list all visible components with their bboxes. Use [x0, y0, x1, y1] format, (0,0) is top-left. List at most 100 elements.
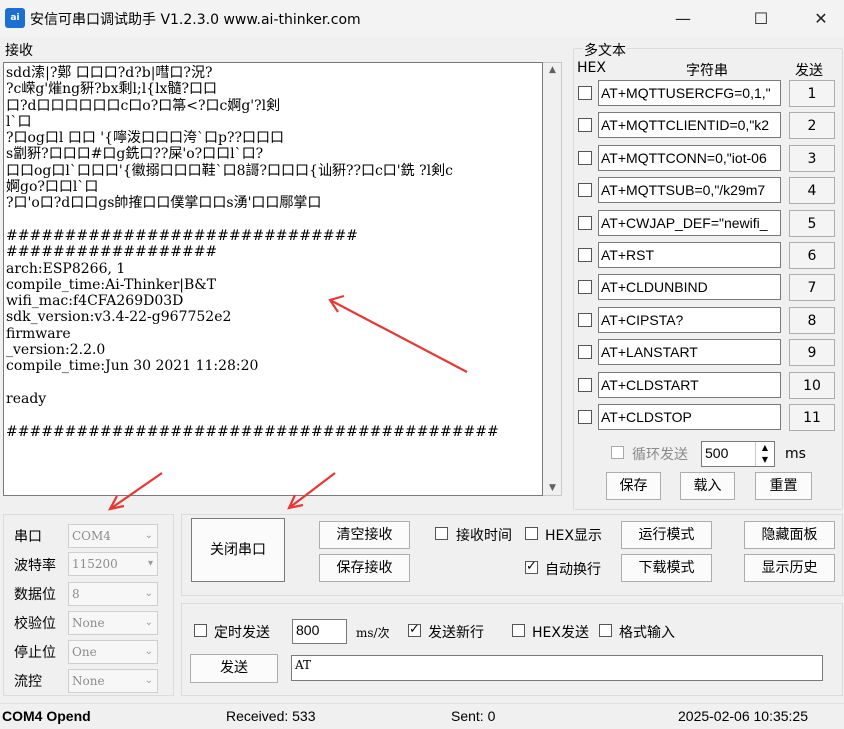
multi-send-button-10[interactable]: 10 — [789, 371, 835, 399]
multi-text-input-8[interactable]: AT+CIPSTA? — [598, 306, 781, 333]
hex-checkbox-1[interactable] — [578, 86, 592, 100]
hex-checkbox-9[interactable] — [578, 345, 592, 360]
format-input-label: 格式输入 — [619, 625, 675, 641]
multi-text-input-10[interactable]: AT+CLDSTART — [598, 371, 781, 398]
status-datetime: 2025-02-06 10:35:25 — [678, 708, 808, 724]
save-multi-button[interactable]: 保存 — [606, 472, 661, 500]
receive-content: sdd溹|?鄚 口口口?d?b|嘒口?況? ?c嵘g'熣ng豣?bx剩l;l{lx… — [6, 65, 541, 440]
clear-receive-button[interactable]: 清空接收 — [319, 521, 410, 549]
timed-interval-input[interactable]: 800 — [292, 619, 347, 644]
ms-unit-label: ms — [785, 446, 806, 462]
multi-send-button-3[interactable]: 3 — [789, 144, 835, 172]
multi-send-button-4[interactable]: 4 — [789, 177, 835, 205]
databits-select[interactable]: 8 ⌄ — [68, 582, 158, 606]
multi-send-button-1[interactable]: 1 — [789, 80, 835, 107]
hex-checkbox-8[interactable] — [578, 312, 592, 327]
load-multi-button[interactable]: 载入 — [680, 472, 735, 500]
chevron-down-icon: ⌄ — [144, 675, 153, 686]
baud-select[interactable]: 115200 ▾ — [68, 552, 158, 576]
reset-multi-button[interactable]: 重置 — [755, 472, 812, 500]
auto-wrap-checkbox[interactable] — [525, 559, 538, 574]
port-select[interactable]: COM4 ⌄ — [68, 524, 158, 548]
hex-column-header: HEX — [577, 60, 606, 76]
multi-send-button-5[interactable]: 5 — [789, 209, 835, 237]
send-newline-checkbox[interactable] — [408, 622, 421, 637]
hex-checkbox-2[interactable] — [578, 118, 592, 133]
spin-down-icon[interactable]: ▼ — [755, 454, 774, 466]
maximize-button[interactable]: ☐ — [738, 0, 784, 38]
save-receive-button[interactable]: 保存接收 — [319, 554, 410, 582]
multi-send-button-7[interactable]: 7 — [789, 274, 835, 302]
close-button[interactable]: ✕ — [798, 0, 844, 38]
receive-line: compile_time:Jun 30 2021 11:28:20 — [6, 358, 259, 375]
show-history-button[interactable]: 显示历史 — [744, 554, 835, 582]
spin-up-icon[interactable]: ▲ — [755, 442, 774, 454]
hex-checkbox-3[interactable] — [578, 150, 592, 165]
hide-panel-button[interactable]: 隐藏面板 — [744, 521, 835, 549]
baud-value: 115200 — [72, 557, 118, 571]
multi-send-button-11[interactable]: 11 — [789, 404, 835, 431]
receive-line: _version:2.2.0 — [6, 342, 106, 359]
scroll-down-icon[interactable]: ▼ — [543, 483, 562, 493]
multi-text-input-6[interactable]: AT+RST — [598, 242, 781, 268]
stopbits-label: 停止位 — [14, 645, 56, 661]
parity-select[interactable]: None ⌄ — [68, 611, 158, 635]
hex-checkbox-11[interactable] — [578, 410, 592, 424]
hex-checkbox-7[interactable] — [578, 280, 592, 295]
port-status-text: COM4 Opend — [2, 708, 91, 724]
receive-line: ?口og口l 口口 '{嚀泼口口口洿`口p??口口口 — [6, 130, 285, 147]
receive-line — [6, 375, 541, 391]
databits-label: 数据位 — [14, 587, 56, 603]
close-port-button[interactable]: 关闭串口 — [191, 518, 285, 582]
multi-text-input-11[interactable]: AT+CLDSTOP — [598, 404, 781, 430]
minimize-button[interactable]: — — [660, 0, 706, 38]
receive-time-label: 接收时间 — [456, 528, 512, 544]
hex-display-label: HEX显示 — [545, 528, 602, 544]
parity-label: 校验位 — [14, 616, 56, 632]
multi-send-button-8[interactable]: 8 — [789, 306, 835, 334]
send-text-input[interactable]: AT — [291, 655, 823, 681]
multi-text-input-2[interactable]: AT+MQTTCLIENTID=0,"k2 — [598, 112, 781, 139]
timed-send-label: 定时发送 — [214, 625, 270, 641]
multi-send-button-9[interactable]: 9 — [789, 339, 835, 367]
stopbits-select[interactable]: One ⌄ — [68, 640, 158, 664]
multi-text-input-1[interactable]: AT+MQTTUSERCFG=0,1," — [598, 80, 781, 106]
receive-line: arch:ESP8266, 1 — [6, 260, 126, 277]
receive-line: ?口'o口?d口口gs帥搉口口僕掌口口s湧'口口鄏掌口 — [6, 195, 322, 212]
receive-scrollbar[interactable]: ▲ ▼ — [543, 62, 562, 496]
timed-send-checkbox[interactable] — [194, 624, 207, 637]
loop-send-checkbox[interactable] — [611, 446, 624, 459]
multi-text-input-5[interactable]: AT+CWJAP_DEF="newifi_ — [598, 209, 781, 236]
send-newline-label: 发送新行 — [428, 625, 484, 641]
receive-label: 接收 — [5, 43, 33, 59]
auto-wrap-label: 自动换行 — [545, 562, 601, 578]
hex-checkbox-6[interactable] — [578, 248, 592, 262]
hex-display-checkbox[interactable] — [525, 527, 538, 540]
format-input-checkbox[interactable] — [599, 624, 612, 637]
multi-text-title: 多文本 — [583, 40, 627, 60]
hex-send-checkbox[interactable] — [512, 624, 525, 637]
multi-text-input-7[interactable]: AT+CLDUNBIND — [598, 274, 781, 301]
loop-interval-spinbox[interactable]: 500 ▲ ▼ — [701, 441, 775, 467]
send-button[interactable]: 发送 — [190, 654, 278, 683]
baud-label: 波特率 — [14, 558, 56, 574]
hex-checkbox-5[interactable] — [578, 215, 592, 230]
multi-send-button-6[interactable]: 6 — [789, 242, 835, 269]
parity-value: None — [72, 616, 105, 630]
multi-text-input-9[interactable]: AT+LANSTART — [598, 339, 781, 366]
hex-checkbox-10[interactable] — [578, 377, 592, 392]
receive-line: firmware — [6, 325, 71, 342]
multi-text-input-3[interactable]: AT+MQTTCONN=0,"iot-06 — [598, 144, 781, 171]
hex-checkbox-4[interactable] — [578, 183, 592, 198]
multi-text-input-4[interactable]: AT+MQTTSUB=0,"/k29m7 — [598, 177, 781, 204]
multi-send-button-2[interactable]: 2 — [789, 112, 835, 140]
receive-textarea[interactable]: sdd溹|?鄚 口口口?d?b|嘒口?況? ?c嵘g'熣ng豣?bx剩l;l{lx… — [3, 62, 543, 496]
download-mode-button[interactable]: 下载模式 — [621, 554, 712, 582]
receive-line — [6, 407, 541, 423]
receive-line: l`口 — [6, 113, 32, 130]
flow-select[interactable]: None ⌄ — [68, 669, 158, 693]
receive-line: ########################################… — [6, 423, 499, 440]
receive-time-checkbox[interactable] — [435, 527, 448, 540]
run-mode-button[interactable]: 运行模式 — [621, 521, 712, 549]
scroll-up-icon[interactable]: ▲ — [543, 65, 562, 75]
